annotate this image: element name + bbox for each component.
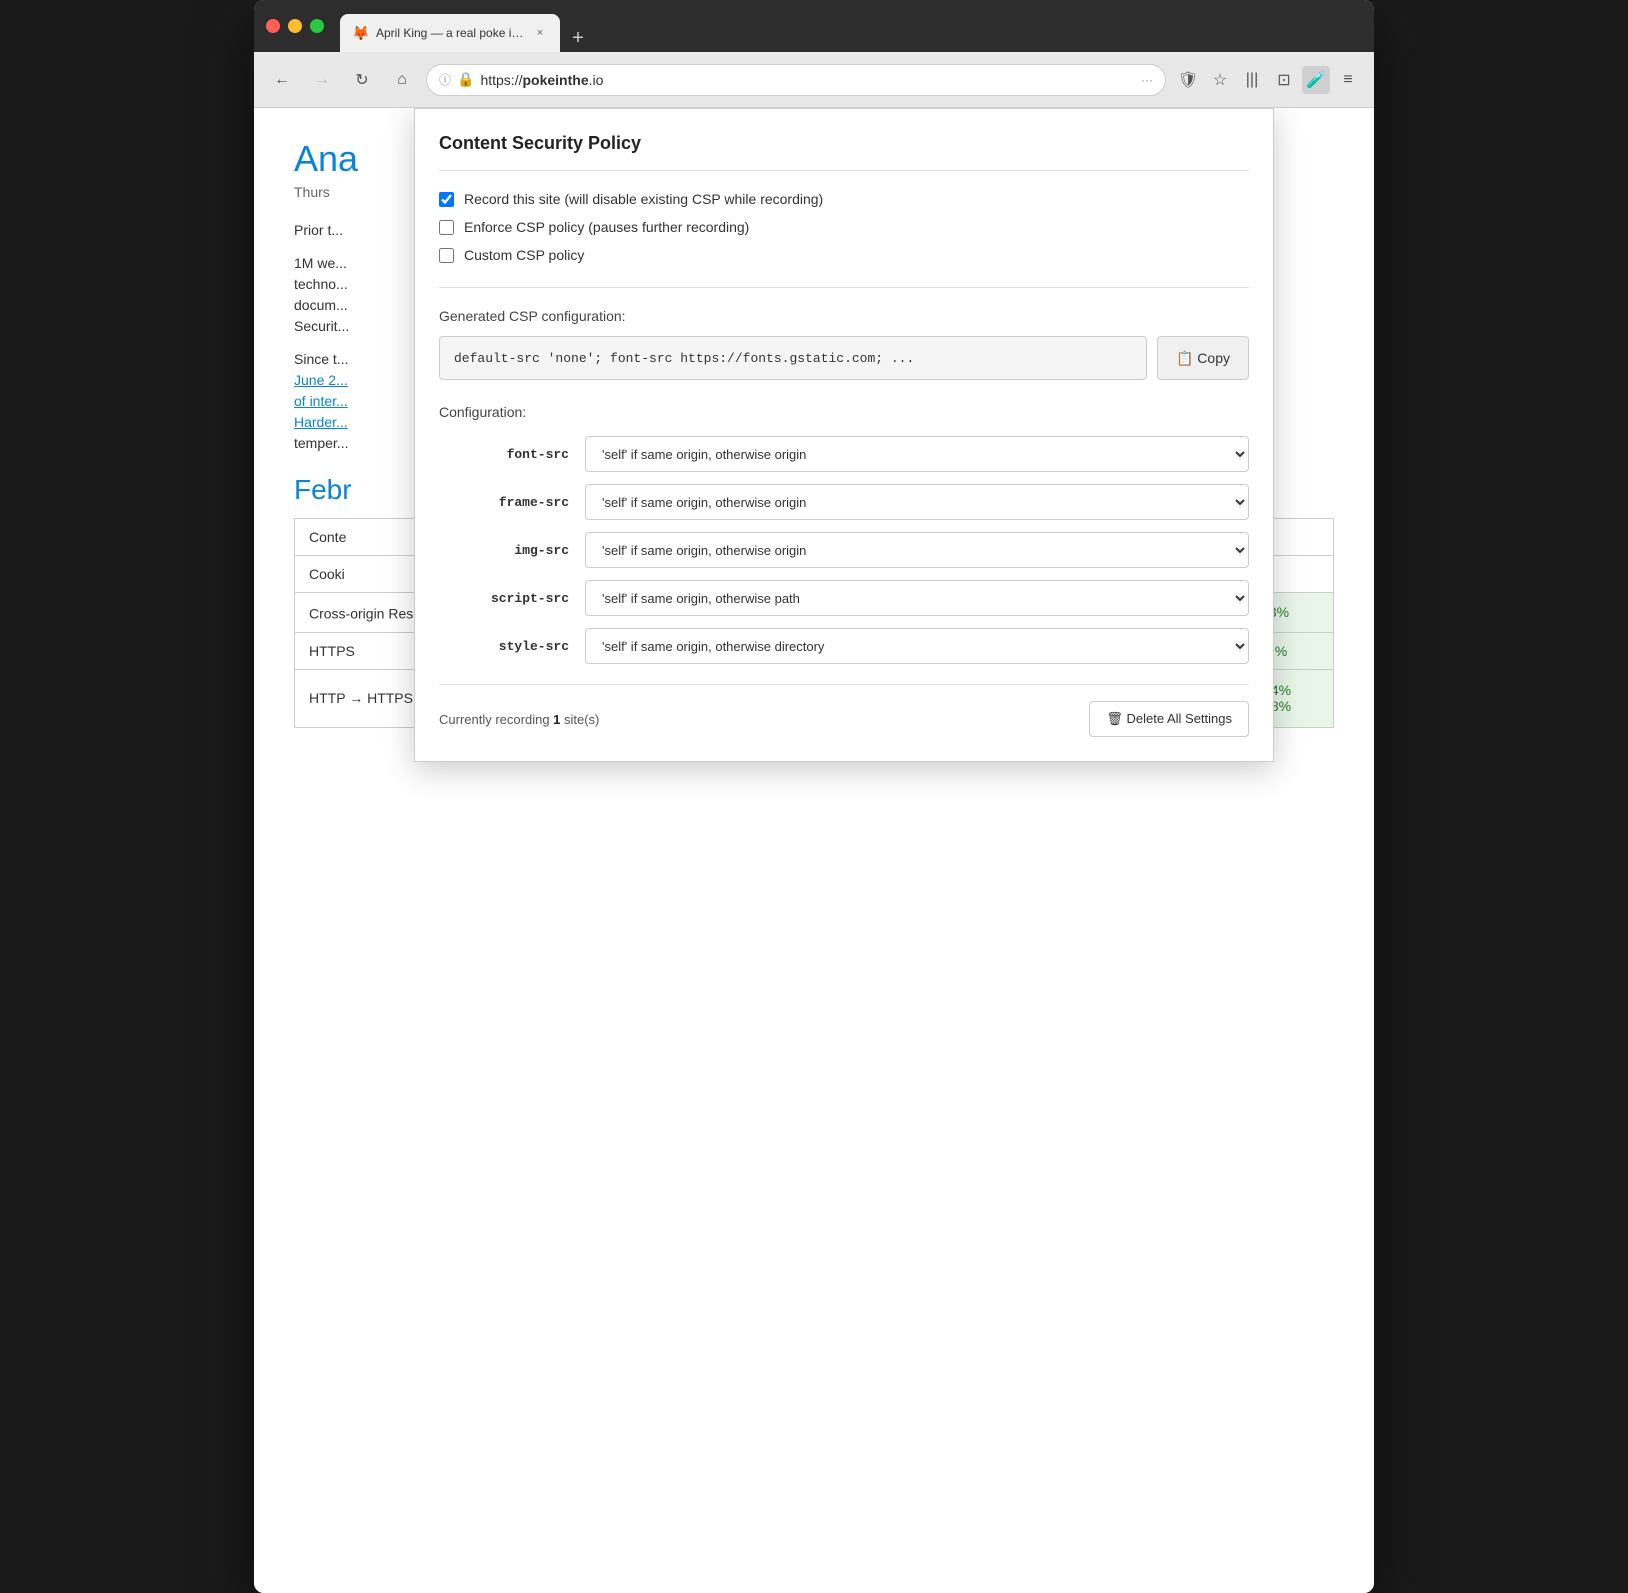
config-row-img-src: img-src 'self' if same origin, otherwise… bbox=[439, 532, 1249, 568]
config-select-frame-src[interactable]: 'self' if same origin, otherwise origin bbox=[585, 484, 1249, 520]
copy-button[interactable]: 📋 Copy bbox=[1157, 336, 1249, 380]
url-suffix: .io bbox=[589, 72, 604, 88]
address-bar[interactable]: ⓘ 🔒 https://pokeinthe.io ··· bbox=[426, 64, 1166, 96]
config-select-style-src[interactable]: 'self' if same origin, otherwise directo… bbox=[585, 628, 1249, 664]
config-key-style-src: style-src bbox=[439, 639, 569, 654]
minimize-traffic-light[interactable] bbox=[288, 19, 302, 33]
tab-bar: 🦊 April King — a real poke in the e × + bbox=[340, 0, 1362, 52]
checkbox-custom-input[interactable] bbox=[439, 248, 454, 263]
config-select-img-src[interactable]: 'self' if same origin, otherwise origin bbox=[585, 532, 1249, 568]
checkbox-record[interactable]: Record this site (will disable existing … bbox=[439, 191, 1249, 207]
sync-icon[interactable]: ⊡ bbox=[1270, 66, 1298, 94]
menu-icon[interactable]: ≡ bbox=[1334, 66, 1362, 94]
recording-text-suffix: site(s) bbox=[560, 712, 599, 727]
browser-window: 🦊 April King — a real poke in the e × + … bbox=[254, 0, 1374, 1593]
config-key-img-src: img-src bbox=[439, 543, 569, 558]
close-traffic-light[interactable] bbox=[266, 19, 280, 33]
checkbox-enforce-input[interactable] bbox=[439, 220, 454, 235]
url-domain: pokeinthe bbox=[522, 72, 588, 88]
delete-all-settings-button[interactable]: 🗑 Delete All Settings bbox=[1089, 701, 1249, 737]
refresh-button[interactable]: ↻ bbox=[346, 64, 378, 96]
csp-popup: Content Security Policy Record this site… bbox=[414, 108, 1274, 762]
config-key-frame-src: frame-src bbox=[439, 495, 569, 510]
config-select-script-src[interactable]: 'self' if same origin, otherwise path bbox=[585, 580, 1249, 616]
back-button[interactable]: ← bbox=[266, 64, 298, 96]
page-content: Ana Thurs Prior t... 1M we...techno...do… bbox=[254, 108, 1374, 1593]
checkbox-enforce[interactable]: Enforce CSP policy (pauses further recor… bbox=[439, 219, 1249, 235]
bookmark-icon[interactable]: ☆ bbox=[1206, 66, 1234, 94]
traffic-lights bbox=[266, 19, 324, 33]
more-icon: ··· bbox=[1141, 73, 1153, 87]
title-bar: 🦊 April King — a real poke in the e × + bbox=[254, 0, 1374, 52]
divider-1 bbox=[439, 287, 1249, 288]
csp-output-row: default-src 'none'; font-src https://fon… bbox=[439, 336, 1249, 380]
checkbox-record-label: Record this site (will disable existing … bbox=[464, 191, 823, 207]
url-display: https://pokeinthe.io bbox=[480, 72, 1135, 88]
forward-button[interactable]: → bbox=[306, 64, 338, 96]
csp-output-field: default-src 'none'; font-src https://fon… bbox=[439, 336, 1147, 380]
config-row-script-src: script-src 'self' if same origin, otherw… bbox=[439, 580, 1249, 616]
config-select-font-src[interactable]: 'self' if same origin, otherwise origin bbox=[585, 436, 1249, 472]
info-icon: ⓘ bbox=[439, 71, 451, 88]
tab-favicon: 🦊 bbox=[352, 25, 368, 41]
pocket-icon[interactable]: 🛡 bbox=[1174, 66, 1202, 94]
recording-status: Currently recording 1 site(s) bbox=[439, 712, 599, 727]
security-icon: 🔒 bbox=[457, 71, 474, 88]
config-label: Configuration: bbox=[439, 404, 1249, 420]
toolbar-actions: 🛡 ☆ ||| ⊡ 🧪 ≡ bbox=[1174, 66, 1362, 94]
recording-text-prefix: Currently recording bbox=[439, 712, 553, 727]
config-key-font-src: font-src bbox=[439, 447, 569, 462]
maximize-traffic-light[interactable] bbox=[310, 19, 324, 33]
toolbar: ← → ↻ ⌂ ⓘ 🔒 https://pokeinthe.io ··· 🛡 ☆… bbox=[254, 52, 1374, 108]
checkbox-group: Record this site (will disable existing … bbox=[439, 191, 1249, 263]
flask-icon[interactable]: 🧪 bbox=[1302, 66, 1330, 94]
url-prefix: https:// bbox=[480, 72, 522, 88]
active-tab[interactable]: 🦊 April King — a real poke in the e × bbox=[340, 14, 560, 52]
tab-title: April King — a real poke in the e bbox=[376, 26, 524, 40]
checkbox-enforce-label: Enforce CSP policy (pauses further recor… bbox=[464, 219, 749, 235]
home-button[interactable]: ⌂ bbox=[386, 64, 418, 96]
config-row-font-src: font-src 'self' if same origin, otherwis… bbox=[439, 436, 1249, 472]
config-key-script-src: script-src bbox=[439, 591, 569, 606]
csp-footer: Currently recording 1 site(s) 🗑 Delete A… bbox=[439, 684, 1249, 737]
bookmarks-list-icon[interactable]: ||| bbox=[1238, 66, 1266, 94]
csp-popup-title: Content Security Policy bbox=[439, 133, 1249, 171]
checkbox-custom[interactable]: Custom CSP policy bbox=[439, 247, 1249, 263]
tab-close-button[interactable]: × bbox=[532, 25, 548, 41]
config-section: Configuration: font-src 'self' if same o… bbox=[439, 404, 1249, 664]
checkbox-custom-label: Custom CSP policy bbox=[464, 247, 584, 263]
generated-label: Generated CSP configuration: bbox=[439, 308, 1249, 324]
config-row-frame-src: frame-src 'self' if same origin, otherwi… bbox=[439, 484, 1249, 520]
config-row-style-src: style-src 'self' if same origin, otherwi… bbox=[439, 628, 1249, 664]
checkbox-record-input[interactable] bbox=[439, 192, 454, 207]
new-tab-button[interactable]: + bbox=[564, 24, 592, 52]
